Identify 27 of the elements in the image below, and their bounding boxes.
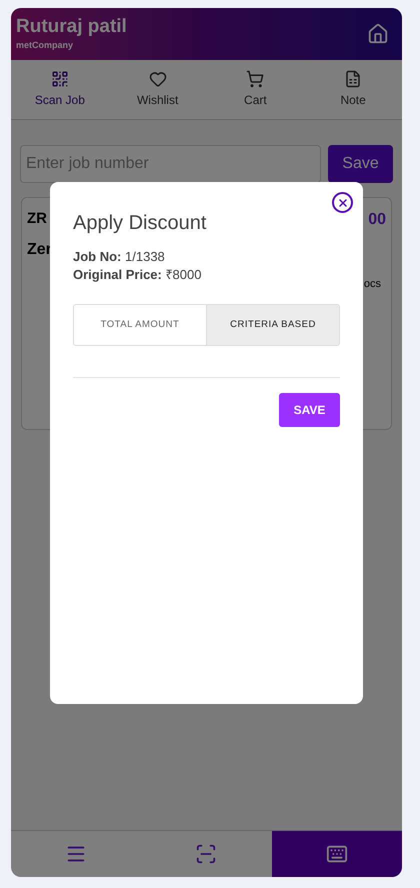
job-code: ZR	[27, 209, 47, 229]
job-detail: ocs	[364, 277, 381, 292]
job-number-text: Job No: 1/1338	[73, 248, 166, 266]
job-price: 00	[368, 210, 386, 230]
nav-tab[interactable]: Wishlist	[108, 60, 206, 119]
company-name: metCompany	[16, 39, 74, 52]
bottom-bar-button[interactable]	[272, 831, 402, 877]
keyboard-icon	[326, 843, 348, 865]
original-price-text: Original Price: ₹8000	[73, 266, 202, 284]
nav-tab[interactable]: Cart	[206, 60, 304, 119]
dialog-save-button[interactable]: SAVE	[279, 393, 340, 427]
nav-tab[interactable]: Note	[304, 60, 402, 119]
job-name: Zer	[27, 240, 52, 260]
document-icon	[344, 70, 362, 88]
dialog-title: Apply Discount	[73, 211, 208, 236]
save-button[interactable]: Save	[328, 145, 393, 183]
cart-icon	[246, 70, 264, 88]
close-button[interactable]	[332, 192, 353, 213]
heart-icon	[148, 70, 167, 88]
scan-icon	[195, 843, 218, 865]
nav-tab[interactable]: Scan Job	[11, 60, 109, 119]
close-icon	[336, 196, 348, 208]
home-icon[interactable]	[367, 23, 389, 45]
discount-tab[interactable]: CRITERIA BASED	[206, 305, 339, 345]
user-name: Ruturaj patil	[16, 15, 127, 40]
job-number-field[interactable]: Enter job number	[20, 145, 321, 183]
qr-code-icon	[50, 70, 69, 88]
